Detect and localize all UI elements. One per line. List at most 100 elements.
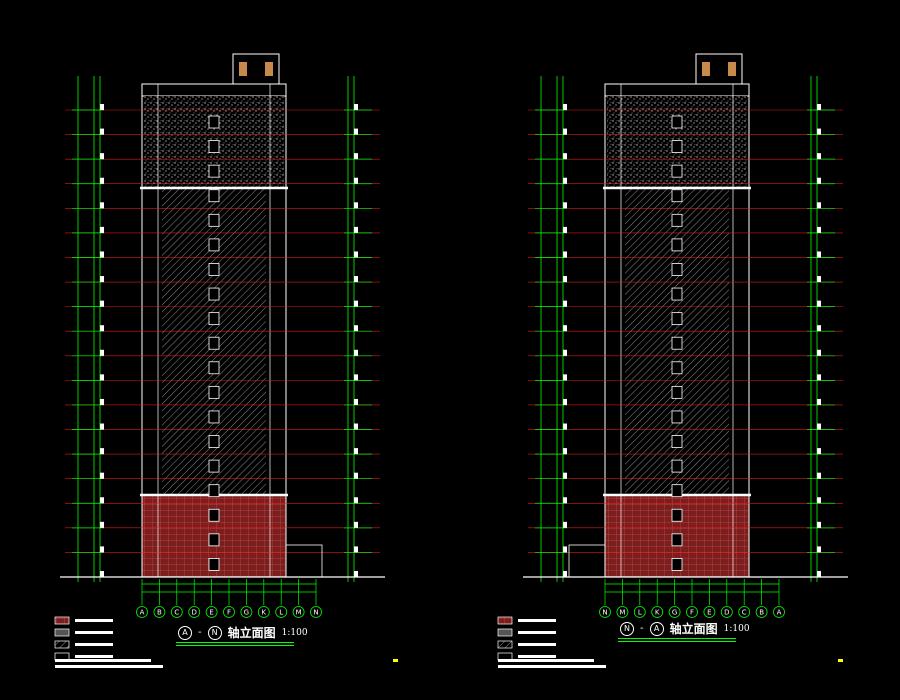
window bbox=[671, 312, 683, 326]
level-marker bbox=[100, 128, 104, 135]
left-title-underline-2 bbox=[176, 645, 294, 646]
grid-axis-label: F bbox=[227, 609, 231, 617]
grid-axis-label: K bbox=[655, 609, 660, 617]
legend-label-bar bbox=[55, 659, 151, 662]
level-marker bbox=[817, 472, 821, 479]
level-marker bbox=[563, 448, 567, 455]
level-marker bbox=[817, 276, 821, 283]
level-marker bbox=[563, 325, 567, 332]
level-marker bbox=[354, 177, 358, 184]
grid-axis-label: D bbox=[724, 609, 729, 617]
level-marker bbox=[354, 251, 358, 258]
level-marker bbox=[100, 177, 104, 184]
level-marker bbox=[100, 546, 104, 553]
level-marker bbox=[100, 202, 104, 209]
level-marker bbox=[354, 202, 358, 209]
legend-swatch bbox=[497, 616, 513, 625]
window bbox=[208, 361, 220, 375]
level-marker bbox=[354, 423, 358, 430]
level-marker bbox=[100, 325, 104, 332]
level-marker bbox=[563, 423, 567, 430]
grid-axis-label: M bbox=[296, 609, 302, 617]
level-marker bbox=[563, 521, 567, 528]
level-marker bbox=[563, 546, 567, 553]
level-marker bbox=[563, 300, 567, 307]
level-marker bbox=[100, 276, 104, 283]
window bbox=[671, 164, 683, 178]
title-separator: - bbox=[198, 627, 202, 638]
window bbox=[208, 410, 220, 424]
legend-swatch bbox=[54, 616, 70, 625]
window bbox=[671, 213, 683, 227]
grid-axis-label: F bbox=[690, 609, 694, 617]
window bbox=[208, 558, 220, 571]
level-marker bbox=[100, 153, 104, 160]
level-marker bbox=[100, 374, 104, 381]
level-marker bbox=[563, 202, 567, 209]
level-marker bbox=[563, 153, 567, 160]
level-marker bbox=[354, 448, 358, 455]
grid-axis-label: B bbox=[157, 609, 162, 617]
window bbox=[208, 189, 220, 203]
right-title-underline bbox=[618, 638, 736, 639]
left-elevation-title: A - N 轴立面图 1:100 bbox=[178, 624, 308, 641]
window bbox=[671, 385, 683, 399]
parapet bbox=[141, 83, 287, 97]
level-marker bbox=[563, 349, 567, 356]
level-marker bbox=[100, 300, 104, 307]
axis-end-bubble: N bbox=[207, 625, 222, 640]
left-title-underline bbox=[176, 642, 294, 643]
level-marker bbox=[817, 374, 821, 381]
level-marker bbox=[563, 398, 567, 405]
grid-axis-label: L bbox=[638, 609, 642, 617]
level-marker bbox=[100, 398, 104, 405]
legend-swatch bbox=[497, 652, 513, 661]
title-separator: - bbox=[640, 623, 644, 634]
window bbox=[208, 164, 220, 178]
window bbox=[671, 189, 683, 203]
grid-axis-label: C bbox=[742, 609, 747, 617]
level-marker bbox=[354, 226, 358, 233]
legend-label-bar bbox=[75, 655, 113, 658]
grid-axis-label: G bbox=[672, 609, 677, 617]
legend-label-bar bbox=[518, 643, 556, 646]
window bbox=[671, 484, 683, 498]
elevation-title-text: 轴立面图 bbox=[669, 622, 718, 636]
level-marker bbox=[817, 104, 821, 110]
window bbox=[208, 484, 220, 498]
axis-start-bubble: A bbox=[178, 625, 192, 640]
left-elevation-drawing: ABCDEFGKLMN bbox=[60, 53, 385, 618]
window bbox=[671, 238, 683, 252]
level-marker bbox=[100, 571, 104, 577]
parapet bbox=[604, 83, 750, 97]
window bbox=[671, 336, 683, 350]
window bbox=[208, 263, 220, 276]
level-marker bbox=[100, 251, 104, 258]
legend-swatch bbox=[497, 640, 513, 649]
level-marker bbox=[354, 153, 358, 160]
grid-axis-label: G bbox=[244, 609, 249, 617]
level-marker bbox=[563, 374, 567, 381]
level-marker bbox=[354, 497, 358, 504]
window bbox=[208, 312, 220, 326]
yellow-marker bbox=[838, 659, 843, 662]
window bbox=[671, 115, 683, 129]
window bbox=[671, 533, 683, 547]
elevation-title-text: 轴立面图 bbox=[227, 626, 276, 640]
grid-axis-label: E bbox=[209, 609, 213, 617]
level-marker bbox=[817, 448, 821, 455]
level-marker bbox=[354, 300, 358, 307]
legend-swatch bbox=[54, 640, 70, 649]
window bbox=[208, 287, 220, 301]
level-marker bbox=[817, 521, 821, 528]
grid-axis-label: N bbox=[313, 609, 318, 617]
level-marker bbox=[354, 398, 358, 405]
grid-axis-label: C bbox=[174, 609, 179, 617]
level-marker bbox=[100, 472, 104, 479]
level-marker bbox=[354, 374, 358, 381]
legend-label-bar bbox=[498, 665, 606, 668]
grid-axis-label: N bbox=[602, 609, 607, 617]
level-marker bbox=[354, 276, 358, 283]
window bbox=[208, 533, 220, 547]
grid-axis-label: D bbox=[192, 609, 197, 617]
